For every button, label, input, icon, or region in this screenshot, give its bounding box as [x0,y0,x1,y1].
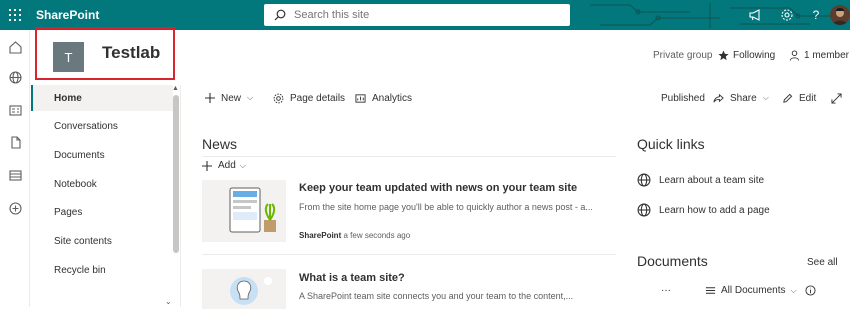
highlight-box [35,27,175,80]
share-button[interactable]: Share ⌵ [713,91,769,105]
add-news-button[interactable]: Add ⌵ [202,160,246,171]
globe-icon [637,203,651,217]
analytics-icon [355,93,366,103]
quick-link-label: Learn how to add a page [659,204,770,216]
suite-bar: SharePoint ? [0,0,850,30]
follow-button[interactable]: Following [718,50,775,61]
edit-button[interactable]: Edit [782,91,816,105]
quick-link-item[interactable]: Learn about a team site [637,173,764,187]
published-status: Published [661,92,705,104]
share-label: Share [730,92,757,104]
search-icon [274,9,286,21]
nav-item-conversations[interactable]: Conversations [31,113,173,139]
star-icon [718,50,729,61]
news-card-description: From the site home page you'll be able t… [299,202,593,212]
edit-label: Edit [799,92,817,104]
news-divider [202,156,616,157]
nav-scrollbar[interactable] [173,95,179,253]
news-icon[interactable] [7,102,23,118]
more-options-button[interactable]: ··· [661,285,671,296]
analytics-button[interactable]: Analytics [355,91,412,105]
see-all-link[interactable]: See all [807,257,838,268]
waffle-icon[interactable] [0,0,30,30]
home-icon[interactable] [7,39,23,55]
expand-icon[interactable] [831,91,848,105]
news-card-divider [202,254,616,255]
nav-item-recycle-bin[interactable]: Recycle bin [31,257,173,283]
privacy-label: Private group [653,50,713,61]
news-card-thumbnail[interactable] [202,269,286,309]
search-input[interactable] [294,9,554,21]
nav-item-home[interactable]: Home [31,85,173,111]
info-icon[interactable] [805,285,816,296]
scroll-down-icon[interactable]: ⌄ [165,297,172,306]
create-icon[interactable] [7,200,23,216]
app-rail [0,30,30,307]
news-card-thumbnail[interactable] [202,180,286,242]
search-box[interactable] [264,4,570,26]
chevron-down-icon: ⌵ [790,285,797,295]
nav-item-documents[interactable]: Documents [31,142,173,168]
globe-icon [637,173,651,187]
page-details-button[interactable]: Page details [273,91,345,105]
list-icon[interactable] [7,167,23,183]
quick-link-label: Learn about a team site [659,174,765,186]
site-navigation: Home Conversations Documents Notebook Pa… [31,85,181,307]
pencil-icon [783,93,793,103]
scroll-up-icon[interactable]: ▲ [172,85,179,92]
news-card-description: A SharePoint team site connects you and … [299,291,574,301]
list-view-icon [705,287,716,294]
plus-icon [205,93,215,103]
news-card-time: a few seconds ago [343,231,411,240]
megaphone-icon[interactable] [747,7,763,23]
chevron-down-icon: ⌵ [239,160,246,170]
follow-label: Following [733,50,776,61]
nav-item-site-contents[interactable]: Site contents [31,228,173,254]
nav-item-notebook[interactable]: Notebook [31,171,173,197]
news-card-title[interactable]: Keep your team updated with news on your… [299,182,577,194]
gear-icon [273,93,284,103]
news-heading: News [202,136,238,152]
plus-icon [202,160,212,171]
documents-heading: Documents [637,253,708,269]
file-icon[interactable] [7,134,23,150]
analytics-label: Analytics [372,92,413,104]
avatar[interactable] [830,5,850,25]
globe-icon[interactable] [7,69,23,85]
members-button[interactable]: 1 member [789,50,849,61]
news-card-meta: SharePoint a few seconds ago [299,231,410,240]
view-selector[interactable]: All Documents ⌵ [705,285,797,296]
nav-item-pages[interactable]: Pages [31,199,173,225]
news-card-title[interactable]: What is a team site? [299,272,405,284]
new-button[interactable]: New ⌵ [205,91,253,105]
chevron-down-icon: ⌵ [762,93,769,102]
page-details-label: Page details [290,92,346,104]
help-icon[interactable]: ? [808,7,824,23]
news-card-author: SharePoint [299,231,342,240]
view-label: All Documents [721,285,786,296]
settings-icon[interactable] [779,7,795,23]
quick-links-heading: Quick links [637,136,705,152]
members-label: 1 member [804,50,850,61]
new-label: New [221,92,242,104]
share-icon [713,93,724,102]
add-label: Add [218,160,236,171]
app-name[interactable]: SharePoint [36,8,99,22]
person-icon [789,50,800,61]
quick-link-item[interactable]: Learn how to add a page [637,203,770,217]
chevron-down-icon: ⌵ [247,93,254,102]
